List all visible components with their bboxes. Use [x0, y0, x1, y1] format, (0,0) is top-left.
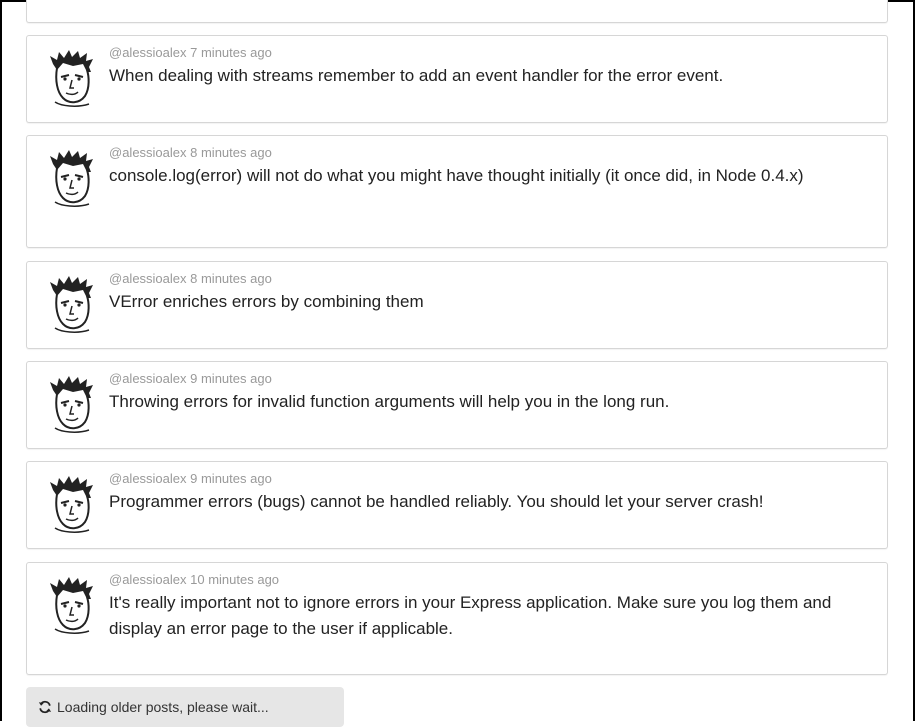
avatar [50, 150, 93, 207]
post-meta: @alessioalex 8 minutes ago [109, 271, 272, 287]
post-meta: @alessioalex 8 minutes ago [109, 145, 272, 161]
load-older-posts-button[interactable]: Loading older posts, please wait... [26, 687, 344, 727]
post-card: @alessioalex 9 minutes ago Programmer er… [26, 461, 888, 549]
post-text: It's really important not to ignore erro… [109, 593, 832, 638]
loading-label: Loading older posts, please wait... [57, 699, 269, 715]
post-text: Throwing errors for invalid function arg… [109, 392, 670, 411]
avatar [50, 50, 93, 107]
post-handle[interactable]: @alessioalex [109, 572, 187, 587]
post-card-partial [26, 0, 888, 23]
avatar [50, 476, 93, 533]
post-text: VError enriches errors by combining them [109, 292, 424, 311]
post-card: @alessioalex 10 minutes ago It's really … [26, 562, 888, 675]
post-card: @alessioalex 8 minutes ago VError enrich… [26, 261, 888, 349]
post-handle[interactable]: @alessioalex [109, 145, 187, 160]
post-card: @alessioalex 8 minutes ago console.log(e… [26, 135, 888, 248]
avatar [50, 376, 93, 433]
avatar [50, 276, 93, 333]
post-text: console.log(error) will not do what you … [109, 166, 804, 185]
post-time: 8 minutes ago [190, 145, 272, 160]
post-meta: @alessioalex 7 minutes ago [109, 45, 272, 61]
post-meta: @alessioalex 9 minutes ago [109, 471, 272, 487]
post-handle[interactable]: @alessioalex [109, 45, 187, 60]
post-card: @alessioalex 7 minutes ago When dealing … [26, 35, 888, 123]
post-meta: @alessioalex 10 minutes ago [109, 572, 279, 588]
post-time: 7 minutes ago [190, 45, 272, 60]
avatar [50, 577, 93, 634]
refresh-icon [38, 700, 52, 714]
post-time: 8 minutes ago [190, 271, 272, 286]
post-card: @alessioalex 9 minutes ago Throwing erro… [26, 361, 888, 449]
post-text: When dealing with streams remember to ad… [109, 66, 724, 85]
page-frame: @alessioalex 7 minutes ago When dealing … [0, 0, 915, 727]
post-time: 10 minutes ago [190, 572, 280, 587]
post-text: Programmer errors (bugs) cannot be handl… [109, 492, 764, 511]
post-meta: @alessioalex 9 minutes ago [109, 371, 272, 387]
post-time: 9 minutes ago [190, 471, 272, 486]
post-time: 9 minutes ago [190, 371, 272, 386]
post-handle[interactable]: @alessioalex [109, 371, 187, 386]
post-handle[interactable]: @alessioalex [109, 271, 187, 286]
post-handle[interactable]: @alessioalex [109, 471, 187, 486]
